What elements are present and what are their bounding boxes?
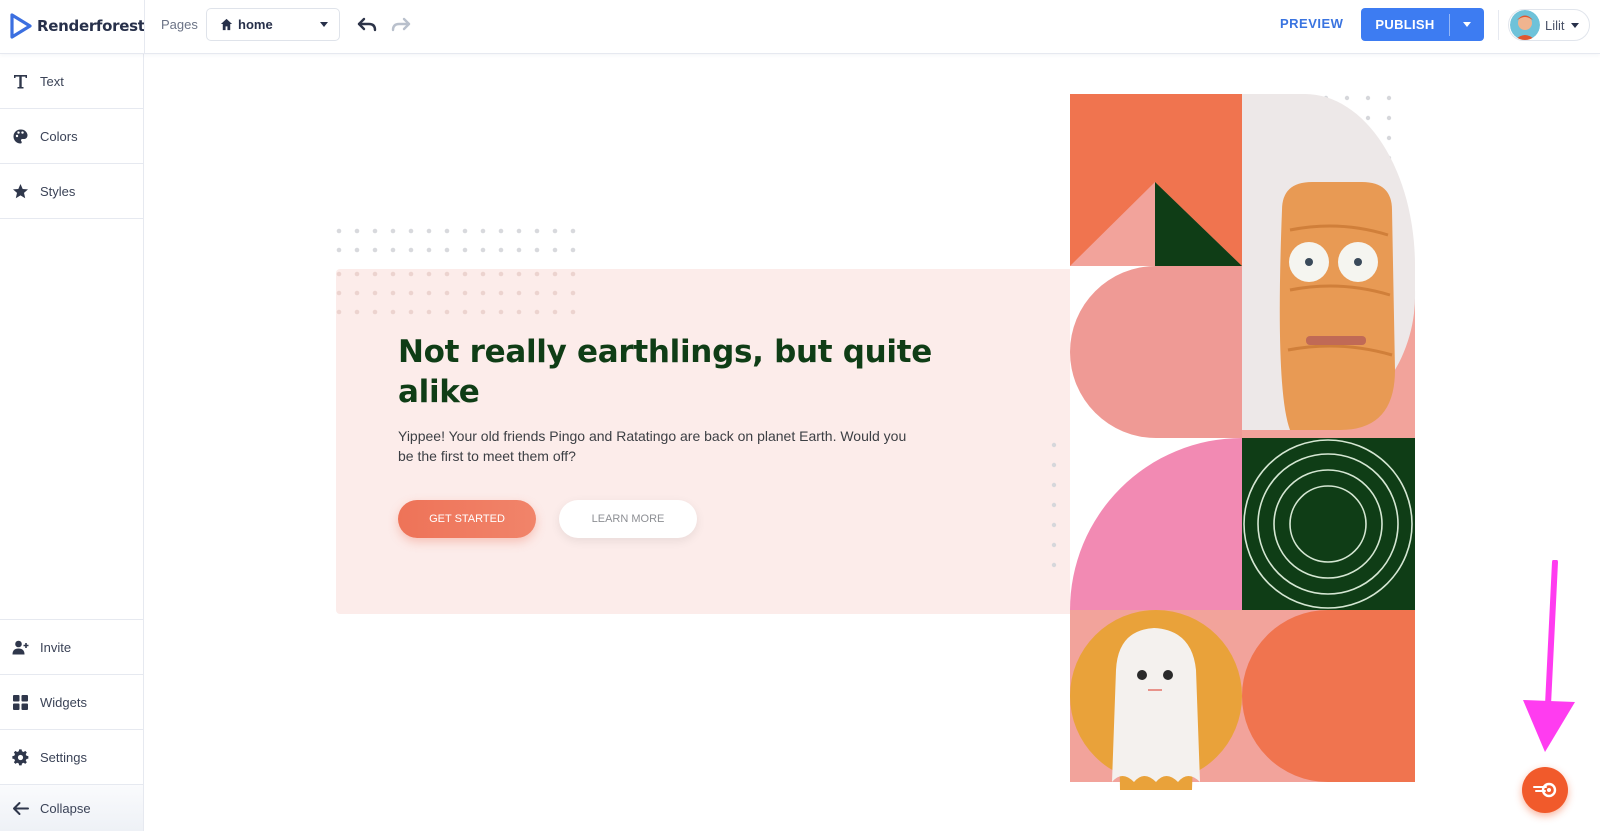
learn-more-button[interactable]: LEARN MORE xyxy=(559,500,697,538)
ghost-character-image xyxy=(1112,628,1200,782)
sidebar-item-label: Collapse xyxy=(40,800,91,816)
divider xyxy=(1498,10,1499,40)
star-icon xyxy=(13,183,28,198)
support-chat-button[interactable] xyxy=(1522,767,1568,813)
user-name: Lilit xyxy=(1545,17,1565,33)
editor-app: Renderforest Pages home PREVIEW PUBLISH xyxy=(0,0,1600,831)
hero-headline[interactable]: Not really earthlings, but quite alike xyxy=(398,332,958,412)
sidebar-item-label: Colors xyxy=(40,128,78,144)
publish-button-group: PUBLISH xyxy=(1361,8,1484,41)
page-select-value: home xyxy=(238,17,273,32)
sidebar-item-text[interactable]: Text xyxy=(0,54,143,109)
chevron-down-icon xyxy=(320,22,328,27)
user-menu[interactable]: Lilit xyxy=(1508,9,1590,41)
get-started-button[interactable]: GET STARTED xyxy=(398,500,536,538)
sidebar-item-settings[interactable]: Settings xyxy=(0,729,143,784)
annotation-arrow xyxy=(1523,560,1575,752)
sidebar-item-label: Styles xyxy=(40,183,76,199)
chat-support-icon xyxy=(1533,782,1557,798)
gear-icon xyxy=(12,748,29,765)
publish-button[interactable]: PUBLISH xyxy=(1361,8,1449,41)
sidebar-item-label: Invite xyxy=(40,639,72,655)
add-user-icon xyxy=(12,640,29,654)
sidebar: Text Colors Styles Invite Widgets Settin… xyxy=(0,54,144,831)
sidebar-item-label: Settings xyxy=(40,749,87,765)
sidebar-item-widgets[interactable]: Widgets xyxy=(0,674,143,729)
sidebar-collapse-button[interactable]: Collapse xyxy=(0,784,143,831)
home-icon xyxy=(220,18,233,31)
publish-options-dropdown[interactable] xyxy=(1450,8,1484,41)
sidebar-item-invite[interactable]: Invite xyxy=(0,619,143,674)
palette-icon xyxy=(13,128,28,143)
sidebar-item-label: Text xyxy=(40,73,64,89)
sidebar-item-styles[interactable]: Styles xyxy=(0,164,143,219)
brand-name: Renderforest xyxy=(37,17,145,35)
pages-label: Pages xyxy=(161,17,198,32)
sidebar-item-colors[interactable]: Colors xyxy=(0,109,143,164)
hero-subtext[interactable]: Yippee! Your old friends Pingo and Ratat… xyxy=(398,426,918,466)
redo-icon[interactable] xyxy=(390,15,412,35)
arrow-left-icon xyxy=(13,801,29,815)
divider xyxy=(144,0,145,54)
top-bar: Renderforest Pages home PREVIEW PUBLISH xyxy=(0,0,1600,54)
brand-logo[interactable]: Renderforest xyxy=(10,12,145,40)
avatar xyxy=(1510,10,1540,40)
undo-icon[interactable] xyxy=(356,15,378,35)
text-icon xyxy=(14,74,27,88)
dot-pattern xyxy=(336,271,576,315)
page-select[interactable]: home xyxy=(206,8,340,41)
orange-creature-image xyxy=(1279,182,1395,430)
renderforest-logo-icon xyxy=(10,13,32,39)
widgets-icon xyxy=(13,694,28,710)
sidebar-item-label: Widgets xyxy=(40,694,87,710)
hero-artwork[interactable] xyxy=(1050,90,1420,790)
chevron-down-icon xyxy=(1570,22,1579,28)
preview-button[interactable]: PREVIEW xyxy=(1280,16,1343,31)
